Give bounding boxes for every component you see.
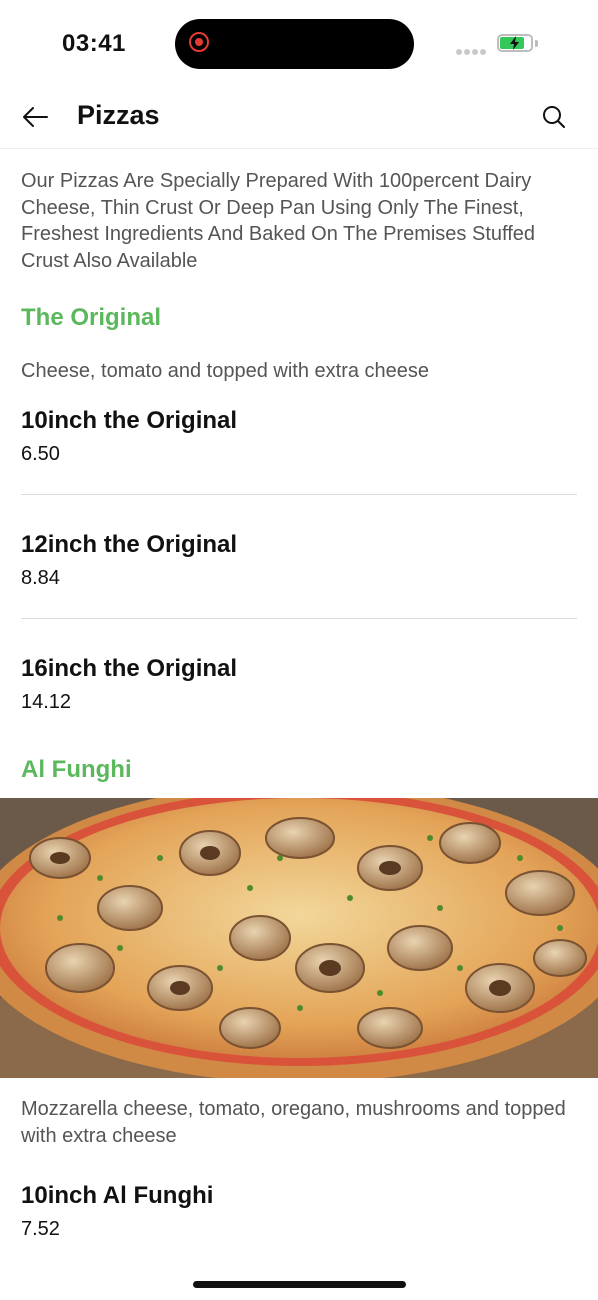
recording-icon	[189, 32, 209, 52]
app-header: Pizzas	[0, 86, 598, 149]
section-title: Al Funghi	[21, 756, 132, 783]
section-description: Mozzarella cheese, tomato, oregano, mush…	[21, 1098, 566, 1147]
menu-content: Our Pizzas Are Specially Prepared With 1…	[0, 168, 598, 1241]
item-name: 10inch the Original	[21, 407, 238, 434]
search-button[interactable]	[539, 102, 569, 132]
dynamic-island	[175, 19, 414, 69]
section-description: Cheese, tomato and topped with extra che…	[21, 360, 430, 382]
back-button[interactable]	[20, 102, 50, 132]
menu-item[interactable]: 10inch Al Funghi 7.52	[21, 1182, 577, 1241]
item-price: 8.84	[21, 567, 60, 589]
item-name: 12inch the Original	[21, 531, 238, 558]
page-title: Pizzas	[77, 100, 160, 130]
divider	[21, 494, 577, 495]
divider	[21, 618, 577, 619]
home-indicator[interactable]	[193, 1281, 406, 1288]
arrow-left-icon	[23, 107, 48, 127]
status-time: 03:41	[62, 30, 126, 57]
battery-icon	[497, 34, 533, 52]
item-name: 16inch the Original	[21, 655, 238, 682]
section-title: The Original	[21, 304, 162, 331]
search-icon	[543, 106, 565, 128]
item-name: 10inch Al Funghi	[21, 1182, 214, 1209]
battery-cap	[535, 40, 538, 47]
item-price: 14.12	[21, 691, 72, 713]
menu-item[interactable]: 16inch the Original 14.12	[21, 655, 577, 714]
status-bar: 03:41	[0, 0, 598, 90]
menu-item[interactable]: 12inch the Original 8.84	[21, 531, 577, 590]
signal-icon	[456, 42, 488, 60]
category-description: Our Pizzas Are Specially Prepared With 1…	[21, 170, 535, 272]
item-price: 7.52	[21, 1218, 60, 1240]
pizza-image	[0, 798, 598, 1078]
item-price: 6.50	[21, 443, 60, 465]
menu-item[interactable]: 10inch the Original 6.50	[21, 407, 577, 466]
